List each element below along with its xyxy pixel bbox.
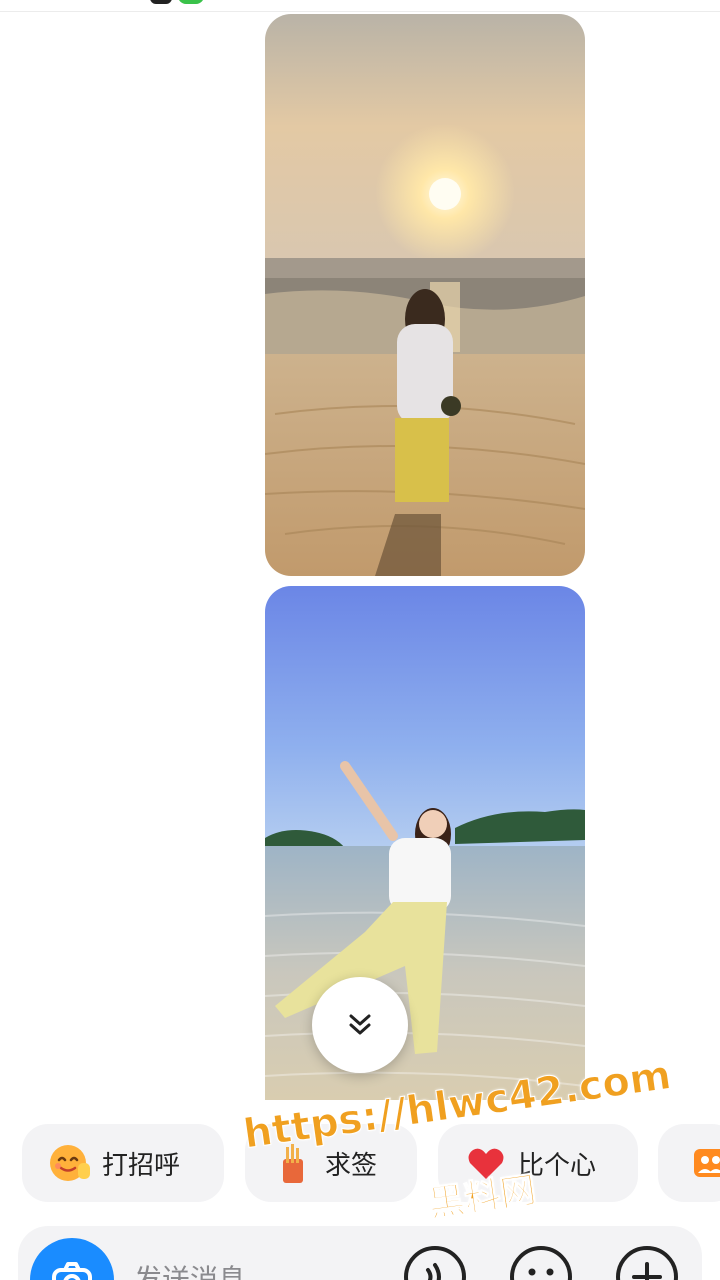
quick-reply-label: 打招呼 — [102, 1150, 181, 1181]
more-button[interactable] — [614, 1244, 680, 1280]
voice-icon — [404, 1246, 466, 1280]
beach-sunset-photo — [265, 14, 585, 576]
message-input[interactable]: 发送消息 — [134, 1258, 246, 1280]
camera-icon — [52, 1262, 92, 1280]
emoji-button[interactable] — [508, 1244, 574, 1280]
quick-reply-fortune[interactable]: 求签 — [245, 1124, 417, 1202]
message-input-bar: 发送消息 — [18, 1226, 702, 1280]
quick-reply-heart[interactable]: 比个心 — [438, 1124, 638, 1202]
plus-icon — [616, 1246, 678, 1280]
quick-reply-label: 比个心 — [518, 1150, 597, 1181]
camera-button[interactable] — [30, 1238, 114, 1280]
wave-emoji-icon — [48, 1141, 92, 1185]
voice-button[interactable] — [402, 1244, 468, 1280]
quick-reply-label: 求签 — [325, 1150, 378, 1181]
chat-photo-sunset[interactable] — [265, 14, 585, 576]
emoji-icon — [510, 1246, 572, 1280]
status-bar — [0, 0, 720, 12]
double-chevron-down-icon — [349, 1014, 371, 1035]
fortune-stick-icon — [271, 1141, 315, 1185]
quick-reply-bar: 打招呼 求签 比个心 — [0, 1124, 720, 1204]
quick-reply-group[interactable] — [658, 1124, 720, 1202]
quick-reply-greet[interactable]: 打招呼 — [22, 1124, 224, 1202]
heart-icon — [464, 1141, 508, 1185]
scroll-to-bottom-button[interactable] — [312, 977, 408, 1073]
status-indicator-green — [178, 0, 204, 4]
status-indicator — [150, 0, 172, 4]
group-icon — [688, 1141, 720, 1185]
